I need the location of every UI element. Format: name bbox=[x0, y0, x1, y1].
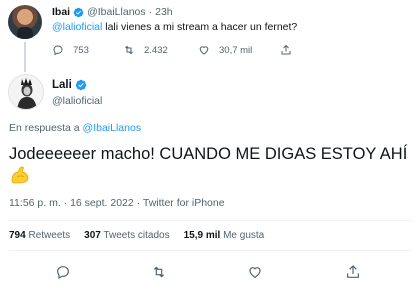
parent-retweet-button[interactable]: 2.432 bbox=[123, 44, 168, 56]
share-icon bbox=[281, 44, 291, 55]
lali-portrait-icon bbox=[9, 75, 43, 109]
parent-reply-button[interactable]: 753 bbox=[52, 44, 89, 56]
reply-to-link[interactable]: @IbaiLlanos bbox=[83, 122, 142, 134]
parent-reply-count: 753 bbox=[73, 44, 89, 56]
like-icon[interactable] bbox=[247, 264, 263, 280]
separator-dot: · bbox=[148, 6, 153, 18]
main-tweet-text: Jodeeeeeer macho! CUANDO ME DIGAS ESTOY … bbox=[9, 145, 408, 163]
reply-prefix: En respuesta a bbox=[9, 122, 83, 134]
divider bbox=[9, 250, 412, 251]
parent-retweet-count: 2.432 bbox=[144, 44, 168, 56]
retweet-icon bbox=[125, 45, 133, 55]
reply-icon bbox=[53, 45, 63, 56]
parent-tweet-header: Ibai @IbaiLlanos · 23h bbox=[52, 6, 173, 18]
thread-line bbox=[24, 42, 26, 72]
quotes-count: 307 bbox=[84, 230, 101, 241]
engagement-stats: 794 Retweets 307 Tweets citados 15,9 mil… bbox=[9, 230, 278, 241]
retweets-stat[interactable]: 794 Retweets bbox=[9, 230, 70, 241]
reply-icon[interactable] bbox=[55, 264, 71, 280]
parent-like-count: 30,7 mil bbox=[219, 44, 253, 56]
retweet-icon[interactable] bbox=[151, 264, 167, 280]
reply-context: En respuesta a @IbaiLlanos bbox=[9, 122, 141, 134]
parent-timestamp[interactable]: 23h bbox=[155, 6, 173, 18]
retweets-label: Retweets bbox=[28, 230, 71, 241]
parent-like-button[interactable]: 30,7 mil bbox=[198, 44, 252, 56]
avatar-ibai[interactable] bbox=[8, 5, 42, 39]
verified-badge-icon bbox=[73, 7, 84, 17]
parent-share-button[interactable] bbox=[280, 44, 301, 56]
parent-handle[interactable]: @IbaiLlanos bbox=[87, 6, 146, 18]
retweets-count: 794 bbox=[9, 230, 26, 241]
main-name-row: Lali bbox=[52, 79, 90, 91]
parent-tweet-text: @lalioficial lali vienes a mi stream a h… bbox=[52, 21, 297, 33]
likes-count: 15,9 mil bbox=[183, 230, 221, 241]
divider bbox=[9, 220, 412, 221]
main-display-name[interactable]: Lali bbox=[52, 79, 72, 91]
parent-display-name[interactable]: Ibai bbox=[52, 6, 70, 18]
like-icon bbox=[199, 46, 209, 55]
quotes-label: Tweets citados bbox=[103, 230, 170, 241]
parent-text-body: lali vienes a mi stream a hacer un ferne… bbox=[102, 21, 298, 33]
quotes-stat[interactable]: 307 Tweets citados bbox=[84, 230, 169, 241]
avatar-lali[interactable] bbox=[8, 74, 44, 110]
tweet-metadata[interactable]: 11:56 p. m. · 16 sept. 2022 · Twitter fo… bbox=[9, 197, 225, 209]
main-handle[interactable]: @lalioficial bbox=[52, 95, 102, 107]
verified-badge-icon bbox=[75, 79, 87, 91]
likes-label: Me gusta bbox=[223, 230, 265, 241]
parent-mention-link[interactable]: @lalioficial bbox=[52, 21, 102, 33]
share-icon[interactable] bbox=[345, 264, 361, 280]
flexed-biceps-icon bbox=[11, 166, 29, 184]
main-action-bar bbox=[0, 258, 420, 282]
likes-stat[interactable]: 15,9 mil Me gusta bbox=[184, 230, 265, 241]
